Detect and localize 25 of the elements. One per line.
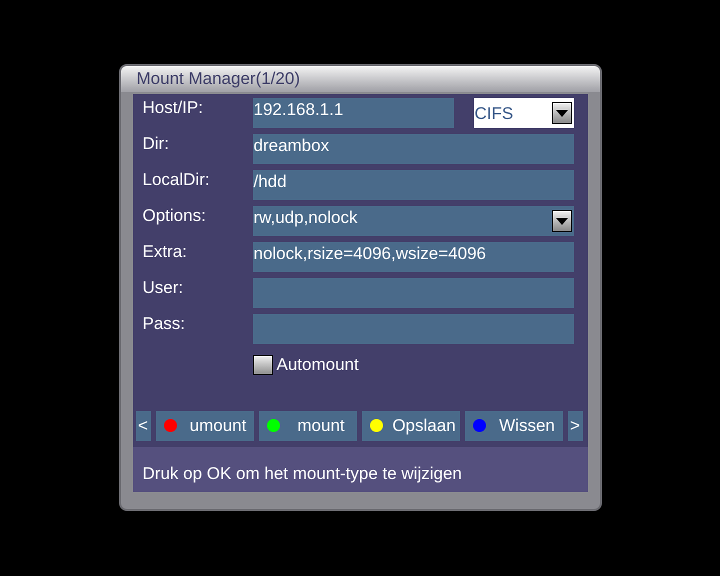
field-label: Host/IP:	[142, 98, 204, 118]
next-button[interactable]: >	[568, 410, 582, 440]
field-label: Pass:	[142, 314, 186, 334]
input-field[interactable]	[252, 314, 574, 344]
field-label: Dir:	[142, 134, 170, 154]
field-label: Options:	[142, 206, 207, 226]
dropdown-field[interactable]: rw,udp,nolock	[252, 206, 574, 236]
input-field[interactable]: dreambox	[252, 134, 574, 164]
checkbox-label: Automount	[276, 354, 359, 376]
field-label: User:	[142, 278, 184, 298]
hint-text: Druk op OK om het mount-type te wijzigen	[142, 462, 462, 484]
previous-button[interactable]: <	[136, 410, 150, 440]
input-field[interactable]: /hdd	[252, 170, 574, 200]
color-key-button[interactable]: Opslaan	[362, 410, 460, 440]
type-dropdown[interactable]: CIFS	[474, 98, 574, 128]
color-key-button[interactable]: mount	[258, 410, 356, 440]
color-key-button[interactable]: umount	[156, 410, 254, 440]
checkbox[interactable]	[252, 354, 272, 375]
input-field[interactable]: nolock,rsize=4096,wsize=4096	[252, 242, 574, 272]
field-label: LocalDir:	[142, 170, 211, 190]
input-field[interactable]	[252, 278, 574, 308]
window-title: Mount Manager(1/20)	[136, 68, 300, 90]
input-field[interactable]: 192.168.1.1	[252, 98, 454, 128]
color-key-button[interactable]: Wissen	[464, 410, 562, 440]
field-label: Extra:	[142, 242, 188, 262]
